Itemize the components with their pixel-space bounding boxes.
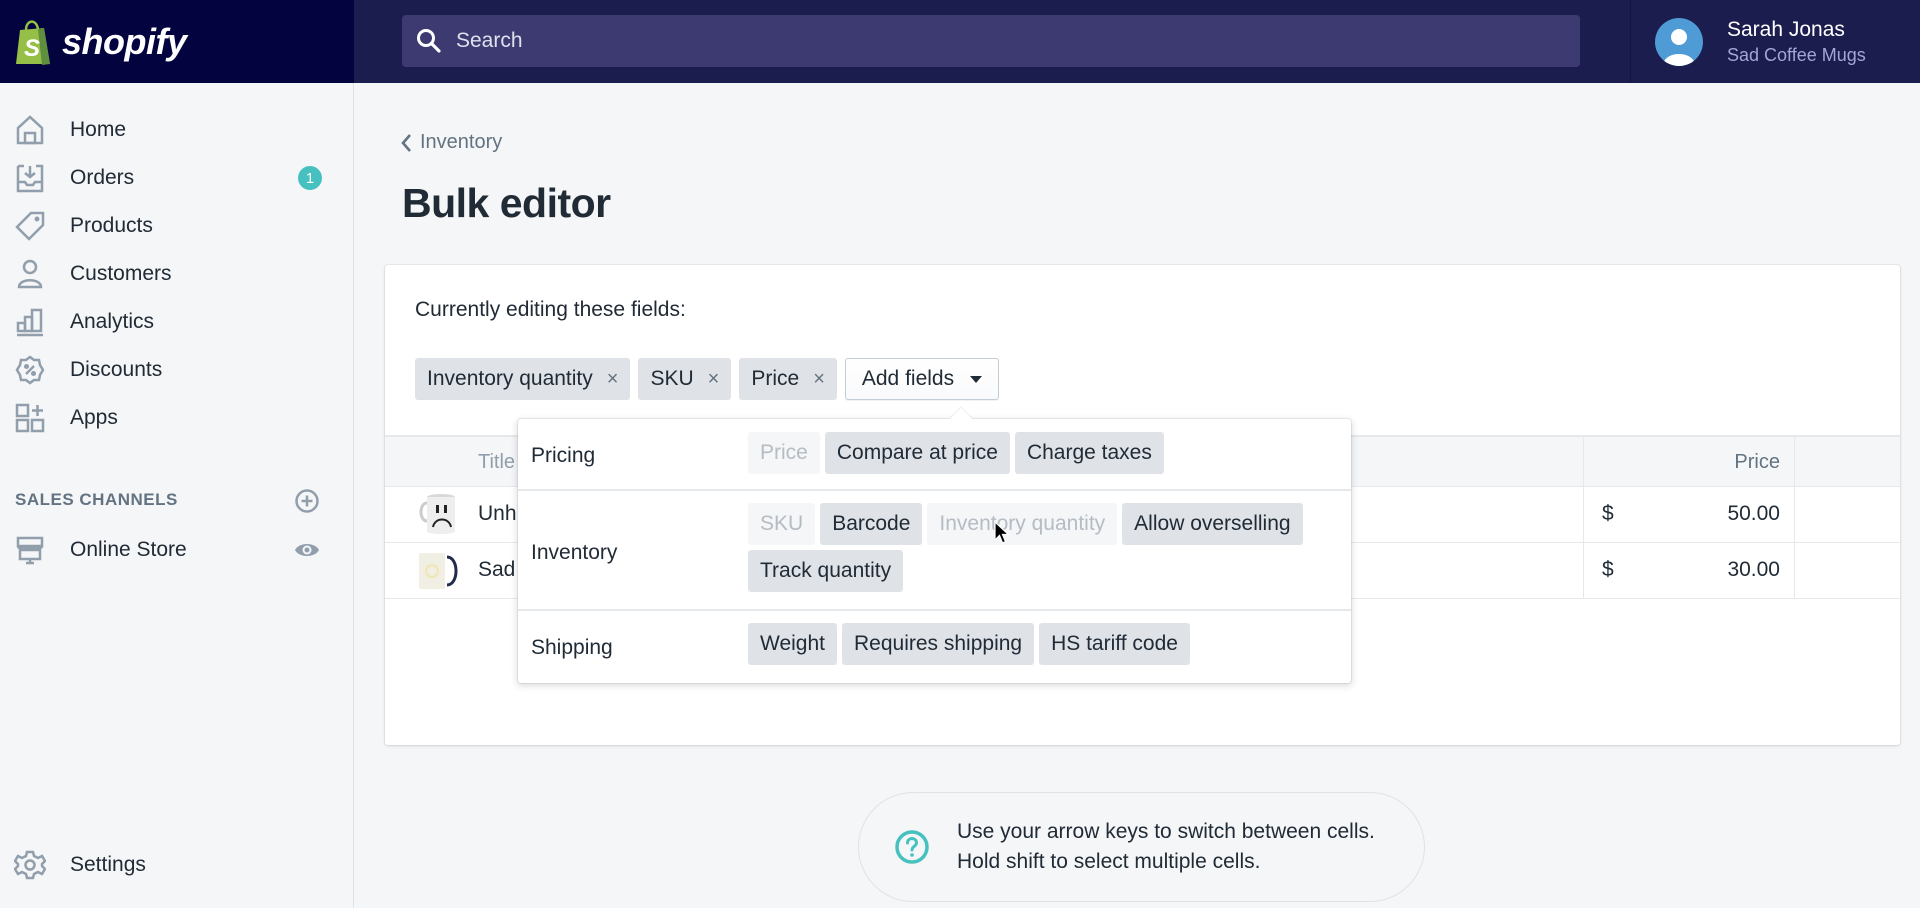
row-title[interactable]: Unh: [478, 502, 517, 526]
section-label: Pricing: [531, 444, 596, 467]
currency-symbol: $: [1602, 558, 1614, 581]
tag-icon: [15, 211, 45, 241]
sidebar-item-analytics[interactable]: Analytics: [0, 298, 354, 346]
view-store-eye-icon[interactable]: [294, 537, 320, 563]
keyboard-help-hint: Use your arrow keys to switch between ce…: [858, 792, 1425, 902]
sidebar-item-label: Apps: [70, 406, 118, 429]
sidebar-item-label: Products: [70, 214, 153, 237]
sidebar-item-orders[interactable]: Orders 1: [0, 154, 354, 202]
add-fields-button[interactable]: Add fields: [844, 358, 1000, 400]
store-icon: [16, 536, 44, 565]
field-option-requires-shipping[interactable]: Requires shipping: [841, 623, 1035, 665]
sidebar-item-settings[interactable]: Settings: [0, 841, 354, 889]
mouse-cursor-icon: [994, 521, 1010, 544]
remove-field-icon[interactable]: ×: [813, 368, 825, 391]
field-option-charge-taxes[interactable]: Charge taxes: [1014, 432, 1164, 474]
sidebar-item-label: Online Store: [70, 538, 187, 561]
shopify-bag-icon: S: [16, 19, 50, 65]
sidebar: Home Orders 1 Products Customers Analyti…: [0, 83, 354, 908]
add-fields-popover: Pricing Price Compare at price Charge ta…: [518, 407, 1351, 683]
question-circle-icon: [895, 830, 929, 864]
sidebar-item-label: Home: [70, 118, 127, 141]
chip-label: Price: [751, 367, 800, 390]
apps-icon: [15, 403, 45, 433]
page-title: Bulk editor: [402, 180, 611, 226]
section-label: Shipping: [531, 636, 613, 659]
orders-icon: [16, 164, 44, 193]
product-thumbnail-sad-sunshine-mug: [415, 547, 461, 593]
sidebar-item-label: Orders: [70, 166, 135, 189]
column-header-title: Title: [478, 451, 516, 473]
price-cell[interactable]: 30.00: [1727, 558, 1780, 582]
analytics-icon: [16, 308, 43, 337]
field-option-allow-overselling[interactable]: Allow overselling: [1122, 503, 1303, 545]
remove-field-icon[interactable]: ×: [607, 368, 619, 391]
active-fields: Inventory quantity × SKU × Price × Add f…: [415, 358, 1000, 400]
sales-channels-heading: SALES CHANNELS: [15, 490, 178, 509]
field-option-sku: SKU: [748, 503, 816, 545]
add-sales-channel-icon[interactable]: [294, 488, 320, 514]
search-icon: [417, 29, 441, 53]
popover-section-inventory: Inventory SKU Barcode Inventory quantity…: [518, 491, 1351, 611]
store-name: Sad Coffee Mugs: [1727, 44, 1866, 65]
add-fields-label: Add fields: [861, 367, 955, 390]
sidebar-item-customers[interactable]: Customers: [0, 250, 354, 298]
user-name: Sarah Jonas: [1727, 17, 1845, 41]
help-line-1: Use your arrow keys to switch between ce…: [957, 820, 1375, 843]
editing-fields-label: Currently editing these fields:: [415, 298, 686, 321]
field-option-compare-at-price[interactable]: Compare at price: [824, 432, 1010, 474]
popover-section-shipping: Shipping Weight Requires shipping HS tar…: [518, 611, 1351, 683]
sidebar-item-home[interactable]: Home: [0, 106, 354, 154]
sidebar-item-online-store[interactable]: Online Store: [0, 526, 354, 574]
sidebar-item-label: Customers: [70, 262, 172, 285]
user-silhouette-icon: [1663, 28, 1695, 66]
sidebar-item-products[interactable]: Products: [0, 202, 354, 250]
customer-icon: [17, 259, 43, 289]
field-option-barcode[interactable]: Barcode: [820, 503, 923, 545]
chip-label: SKU: [650, 367, 694, 390]
product-thumbnail-unhappy-mug: [415, 491, 461, 537]
currency-symbol: $: [1602, 502, 1614, 525]
column-header-price: Price: [1734, 451, 1780, 473]
field-chip-price: Price ×: [739, 358, 837, 400]
breadcrumb-label: Inventory: [420, 131, 503, 153]
sidebar-item-apps[interactable]: Apps: [0, 394, 354, 442]
help-line-2: Hold shift to select multiple cells.: [957, 850, 1261, 873]
sidebar-item-label: Analytics: [70, 310, 155, 333]
remove-field-icon[interactable]: ×: [708, 368, 720, 391]
chip-label: Inventory quantity: [427, 367, 593, 390]
search-input[interactable]: Search: [402, 15, 1580, 67]
chevron-left-icon: [401, 133, 411, 152]
sidebar-item-label: Settings: [70, 853, 146, 876]
field-option-price: Price: [748, 432, 820, 474]
field-option-track-quantity[interactable]: Track quantity: [748, 550, 904, 592]
field-chip-inventory-quantity: Inventory quantity ×: [415, 358, 631, 400]
sidebar-item-label: Discounts: [70, 358, 163, 381]
shopify-logo[interactable]: S shopify: [0, 0, 354, 83]
field-option-weight[interactable]: Weight: [748, 623, 837, 665]
top-bar: S shopify Search Sarah Jonas Sad Coffee …: [0, 0, 1920, 83]
breadcrumb-back-inventory[interactable]: Inventory: [400, 131, 502, 154]
home-icon: [16, 115, 44, 145]
row-title[interactable]: Sad: [478, 558, 515, 582]
field-option-hs-tariff-code[interactable]: HS tariff code: [1039, 623, 1190, 665]
svg-text:S: S: [24, 35, 40, 62]
popover-section-pricing: Pricing Price Compare at price Charge ta…: [518, 419, 1351, 491]
field-chip-sku: SKU ×: [638, 358, 732, 400]
brand-name: shopify: [62, 20, 187, 62]
caret-down-icon: [970, 375, 983, 383]
section-label: Inventory: [531, 541, 618, 564]
discount-icon: [15, 355, 45, 385]
search-placeholder: Search: [456, 29, 523, 52]
price-cell[interactable]: 50.00: [1727, 502, 1780, 526]
sidebar-item-discounts[interactable]: Discounts: [0, 346, 354, 394]
field-option-inventory-quantity: Inventory quantity: [927, 503, 1118, 545]
gear-icon: [14, 850, 46, 880]
orders-count-badge: 1: [298, 166, 322, 190]
avatar: [1655, 17, 1703, 66]
user-menu[interactable]: Sarah Jonas Sad Coffee Mugs: [1630, 0, 1920, 83]
